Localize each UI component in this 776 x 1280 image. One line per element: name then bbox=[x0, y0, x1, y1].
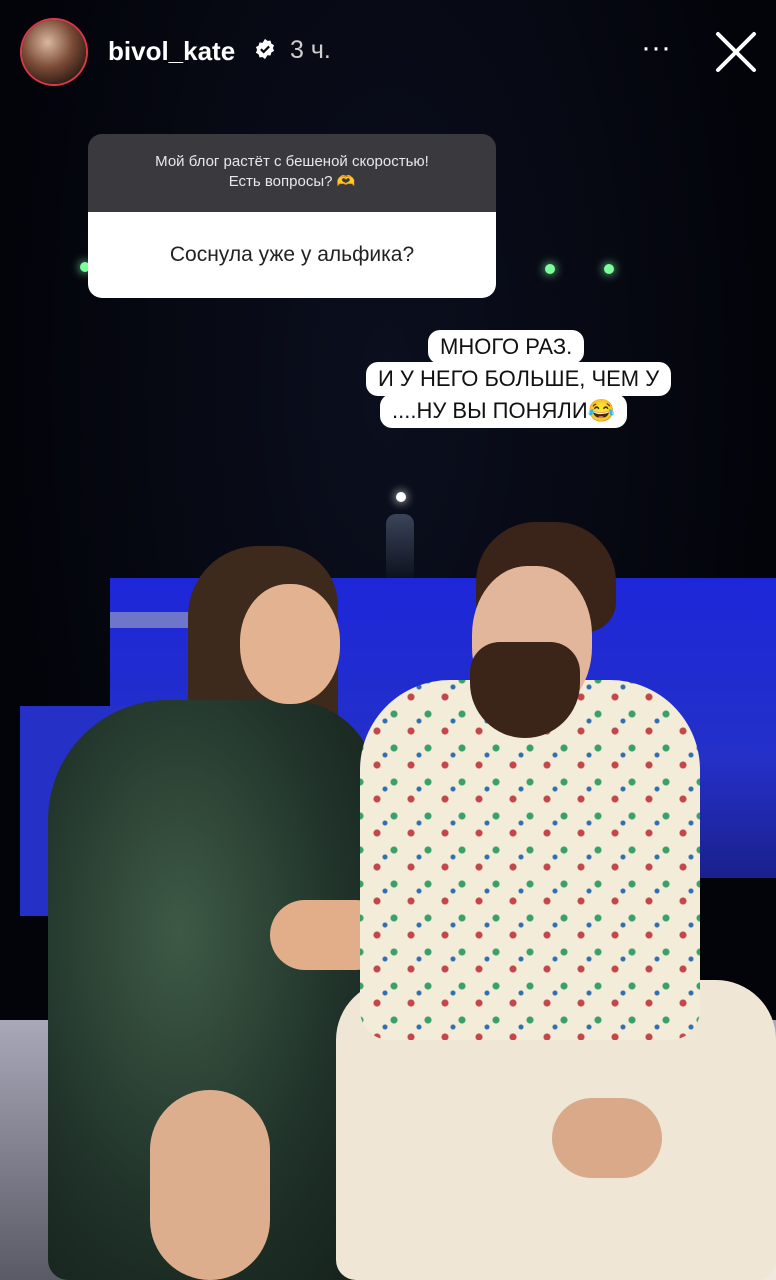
post-time: 3 ч. bbox=[290, 36, 331, 64]
background-light bbox=[604, 264, 614, 274]
answer-text-line: И У НЕГО БОЛЬШЕ, ЧЕМ У bbox=[366, 362, 672, 396]
background-light bbox=[545, 264, 555, 274]
verified-icon bbox=[255, 38, 275, 60]
story-header: bivol_kate 3 ч. ··· bbox=[0, 0, 776, 110]
avatar[interactable] bbox=[22, 20, 86, 84]
water-reflection bbox=[386, 514, 414, 584]
sticker-prompt-line: Мой блог растёт с бешеной скоростью! bbox=[155, 153, 429, 170]
answer-text-line: ....НУ ВЫ ПОНЯЛИ😂 bbox=[380, 394, 628, 428]
man-hand bbox=[552, 1098, 662, 1178]
question-sticker: Мой блог растёт с бешеной скоростью! Ест… bbox=[88, 134, 496, 298]
woman-leg bbox=[150, 1090, 270, 1280]
question-text: Соснула уже у альфика? bbox=[88, 212, 496, 298]
background-light bbox=[396, 492, 406, 502]
woman-face bbox=[240, 584, 340, 704]
question-sticker-header: Мой блог растёт с бешеной скоростью! Ест… bbox=[88, 134, 496, 212]
username[interactable]: bivol_kate bbox=[108, 36, 235, 67]
sticker-prompt-line: Есть вопросы? 🫶 bbox=[228, 173, 356, 190]
answer-text-line: МНОГО РАЗ. bbox=[428, 330, 585, 364]
more-options-icon[interactable]: ··· bbox=[636, 28, 676, 68]
story-view[interactable]: bivol_kate 3 ч. ··· Мой блог растёт с бе… bbox=[0, 0, 776, 1280]
close-icon[interactable] bbox=[710, 26, 762, 78]
